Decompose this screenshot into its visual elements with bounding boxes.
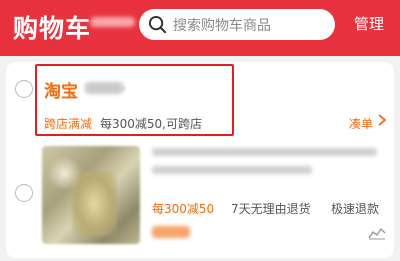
item-price-blurred xyxy=(152,226,190,238)
item-promo: 每300减50 xyxy=(152,202,215,216)
search-input[interactable]: 搜索购物车商品 xyxy=(139,9,335,40)
promo-description: 每300减50,可跨店 xyxy=(100,117,202,131)
chevron-right-icon[interactable] xyxy=(376,113,388,127)
chevron-right-icon[interactable]: › xyxy=(121,81,126,96)
manage-button[interactable]: 管理 xyxy=(354,13,384,34)
search-placeholder: 搜索购物车商品 xyxy=(173,18,271,34)
item-thumbnail[interactable] xyxy=(42,146,140,244)
similar-items-icon[interactable] xyxy=(368,226,386,240)
cart-count-blurred xyxy=(90,17,135,27)
promo-tag: 跨店满减 xyxy=(44,117,93,131)
search-icon xyxy=(148,15,167,34)
cart-header: 购物车 搜索购物车商品 管理 xyxy=(0,0,400,56)
item-select-radio[interactable] xyxy=(15,184,33,202)
item-tag: 极速退款 xyxy=(331,202,380,216)
item-tag: 7天无理由退货 xyxy=(231,202,311,216)
item-title-blurred[interactable] xyxy=(152,166,312,174)
shop-name-blurred xyxy=(85,82,123,94)
shop-name[interactable]: 淘宝 xyxy=(44,77,78,102)
item-title-blurred[interactable] xyxy=(152,148,377,156)
page-title: 购物车 xyxy=(13,14,92,43)
shop-select-radio[interactable] xyxy=(15,80,33,98)
coupon-link[interactable]: 凑单 xyxy=(349,115,373,132)
